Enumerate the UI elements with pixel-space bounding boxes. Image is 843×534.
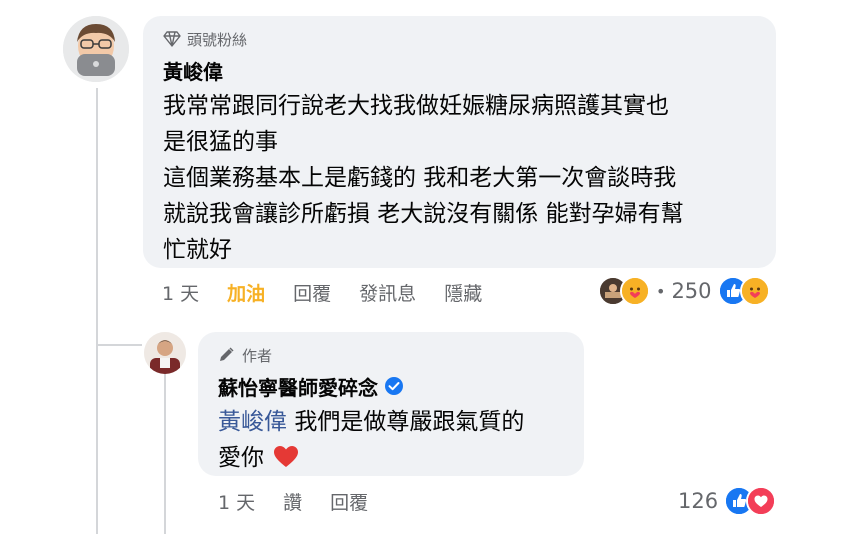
comment-line: 我常常跟同行說老大找我做妊娠糖尿病照護其實也 [163, 93, 669, 119]
avatar[interactable] [63, 16, 129, 82]
reply-bubble: 作者 蘇怡寧醫師愛碎念 黃峻偉 我們是做尊嚴跟氣質的 愛你 [198, 332, 584, 476]
separator-dot: • [656, 281, 666, 301]
love-icon [746, 486, 777, 516]
care-icon [739, 276, 770, 306]
like-button[interactable]: 讚 [283, 488, 302, 515]
mention-link[interactable]: 黃峻偉 [218, 409, 287, 435]
reaction-count: 126 [678, 489, 719, 513]
care-icon [620, 276, 650, 306]
reaction-summary[interactable]: • 250 [598, 276, 770, 306]
reply-author[interactable]: 蘇怡寧醫師愛碎念 [218, 372, 564, 400]
author-name-link[interactable]: 蘇怡寧醫師愛碎念 [218, 372, 378, 401]
doctor-avatar-icon [144, 332, 186, 374]
hide-button[interactable]: 隱藏 [444, 279, 482, 306]
reply-actions: 1 天 讚 回覆 [218, 488, 396, 515]
red-heart-icon [274, 446, 299, 467]
reply-line-text: 我們是做尊嚴跟氣質的 [294, 409, 525, 435]
memoji-avatar-icon [63, 16, 129, 82]
diamond-icon [163, 31, 181, 47]
avatar[interactable] [144, 332, 186, 374]
comment-line: 忙就好 [163, 237, 232, 263]
reaction-summary[interactable]: 126 [678, 486, 777, 516]
reply-thread-line [164, 368, 166, 534]
thread-line [96, 88, 98, 534]
comment-author[interactable]: 黃峻偉 [163, 56, 756, 84]
thread-connector [96, 344, 142, 346]
comment-line: 是很猛的事 [163, 129, 278, 155]
reply-line-text: 愛你 [218, 445, 264, 471]
timestamp[interactable]: 1 天 [218, 488, 255, 515]
pen-icon [220, 347, 234, 361]
reply-button[interactable]: 回覆 [293, 279, 331, 306]
reply-line: 愛你 [218, 440, 564, 476]
comment-bubble: 頭號粉絲 黃峻偉 我常常跟同行說老大找我做妊娠糖尿病照護其實也 是很猛的事 這個… [143, 16, 776, 268]
comment-line: 這個業務基本上是虧錢的 我和老大第一次會談時我 [163, 165, 677, 191]
reply-button[interactable]: 回覆 [330, 488, 368, 515]
top-fan-badge: 頭號粉絲 [163, 28, 756, 50]
reaction-button[interactable]: 加油 [227, 279, 265, 306]
reaction-count: 250 [671, 279, 712, 303]
reply-line: 黃峻偉 我們是做尊嚴跟氣質的 [218, 404, 564, 440]
comment-actions: 1 天 加油 回覆 發訊息 隱藏 [162, 279, 510, 306]
reply-text: 黃峻偉 我們是做尊嚴跟氣質的 愛你 [218, 404, 564, 476]
message-button[interactable]: 發訊息 [359, 279, 416, 306]
timestamp[interactable]: 1 天 [162, 279, 199, 306]
author-badge: 作者 [218, 344, 564, 366]
comment-line: 就說我會讓診所虧損 老大說沒有關係 能對孕婦有幫 [163, 201, 684, 227]
comment-text: 我常常跟同行說老大找我做妊娠糖尿病照護其實也 是很猛的事 這個業務基本上是虧錢的… [163, 88, 756, 268]
badge-label: 作者 [242, 346, 273, 365]
verified-badge-icon [385, 377, 403, 395]
badge-label: 頭號粉絲 [187, 30, 248, 49]
author-name-link[interactable]: 黃峻偉 [163, 56, 223, 85]
